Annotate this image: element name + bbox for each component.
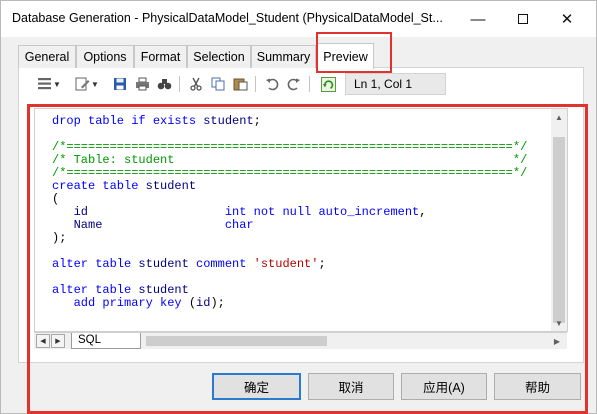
copy-button[interactable] xyxy=(208,73,228,95)
properties-icon xyxy=(38,78,52,90)
copy-icon xyxy=(211,77,224,91)
chevron-down-icon: ▼ xyxy=(53,79,61,89)
refresh-button[interactable] xyxy=(318,73,338,95)
tab-general[interactable]: General xyxy=(18,45,76,68)
chevron-down-icon: ▼ xyxy=(91,79,99,89)
refresh-icon xyxy=(320,76,336,92)
tab-options[interactable]: Options xyxy=(76,45,134,68)
close-icon: ✕ xyxy=(560,11,574,28)
preview-area-highlight xyxy=(27,104,588,414)
cut-button[interactable] xyxy=(186,73,206,95)
window-title: Database Generation - PhysicalDataModel_… xyxy=(12,11,443,25)
edit-icon xyxy=(75,77,90,91)
tab-summary[interactable]: Summary xyxy=(251,45,316,68)
cut-icon xyxy=(190,77,202,91)
tab-selection[interactable]: Selection xyxy=(187,45,251,68)
save-button[interactable] xyxy=(110,73,130,95)
redo-icon xyxy=(287,78,300,91)
minimize-icon: — xyxy=(470,10,486,28)
redo-button[interactable] xyxy=(284,73,304,95)
database-generation-dialog: Database Generation - PhysicalDataModel_… xyxy=(0,0,597,414)
toolbar-separator xyxy=(255,76,256,92)
print-button[interactable] xyxy=(132,73,152,95)
maximize-icon xyxy=(518,14,528,24)
maximize-button[interactable] xyxy=(509,7,537,31)
toolbar-separator xyxy=(309,76,310,92)
paste-icon xyxy=(233,78,247,91)
preview-tab-highlight xyxy=(316,32,392,73)
find-button[interactable] xyxy=(154,73,174,95)
toolbar-separator xyxy=(179,76,180,92)
undo-icon xyxy=(266,78,279,91)
cursor-position-indicator: Ln 1, Col 1 xyxy=(345,73,446,95)
save-icon xyxy=(114,78,126,90)
undo-button[interactable] xyxy=(262,73,282,95)
find-icon xyxy=(157,79,171,90)
title-bar: Database Generation - PhysicalDataModel_… xyxy=(1,1,596,37)
properties-dropdown[interactable]: ▼ xyxy=(33,73,65,95)
minimize-button[interactable]: — xyxy=(464,7,492,31)
close-button[interactable]: ✕ xyxy=(553,7,581,31)
print-icon xyxy=(135,77,149,91)
tab-format[interactable]: Format xyxy=(134,45,187,68)
paste-button[interactable] xyxy=(230,73,250,95)
edit-dropdown[interactable]: ▼ xyxy=(71,73,103,95)
